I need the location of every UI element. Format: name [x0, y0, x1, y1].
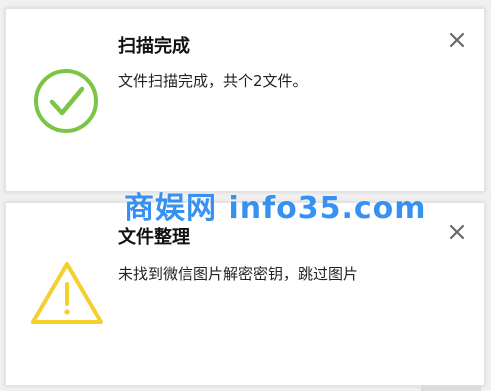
notification-message: 未找到微信图片解密密钥，跳过图片 — [118, 265, 359, 283]
bottom-edge-mark — [421, 385, 481, 391]
close-icon[interactable] — [448, 223, 466, 241]
watermark-text: 商娱网 info35.com — [124, 191, 427, 226]
close-icon[interactable] — [448, 31, 466, 49]
notification-file-organize: 文件整理 未找到微信图片解密密钥，跳过图片 — [5, 202, 485, 386]
check-circle-icon — [34, 69, 98, 133]
notification-stage: 扫描完成 文件扫描完成，共个2文件。 文件整理 未找到微信图片解密密钥，跳过图片… — [0, 0, 491, 391]
warning-triangle-icon — [31, 262, 103, 324]
notification-scan-complete: 扫描完成 文件扫描完成，共个2文件。 — [5, 8, 485, 192]
notification-message: 文件扫描完成，共个2文件。 — [118, 72, 308, 90]
notification-title: 扫描完成 — [118, 36, 190, 57]
